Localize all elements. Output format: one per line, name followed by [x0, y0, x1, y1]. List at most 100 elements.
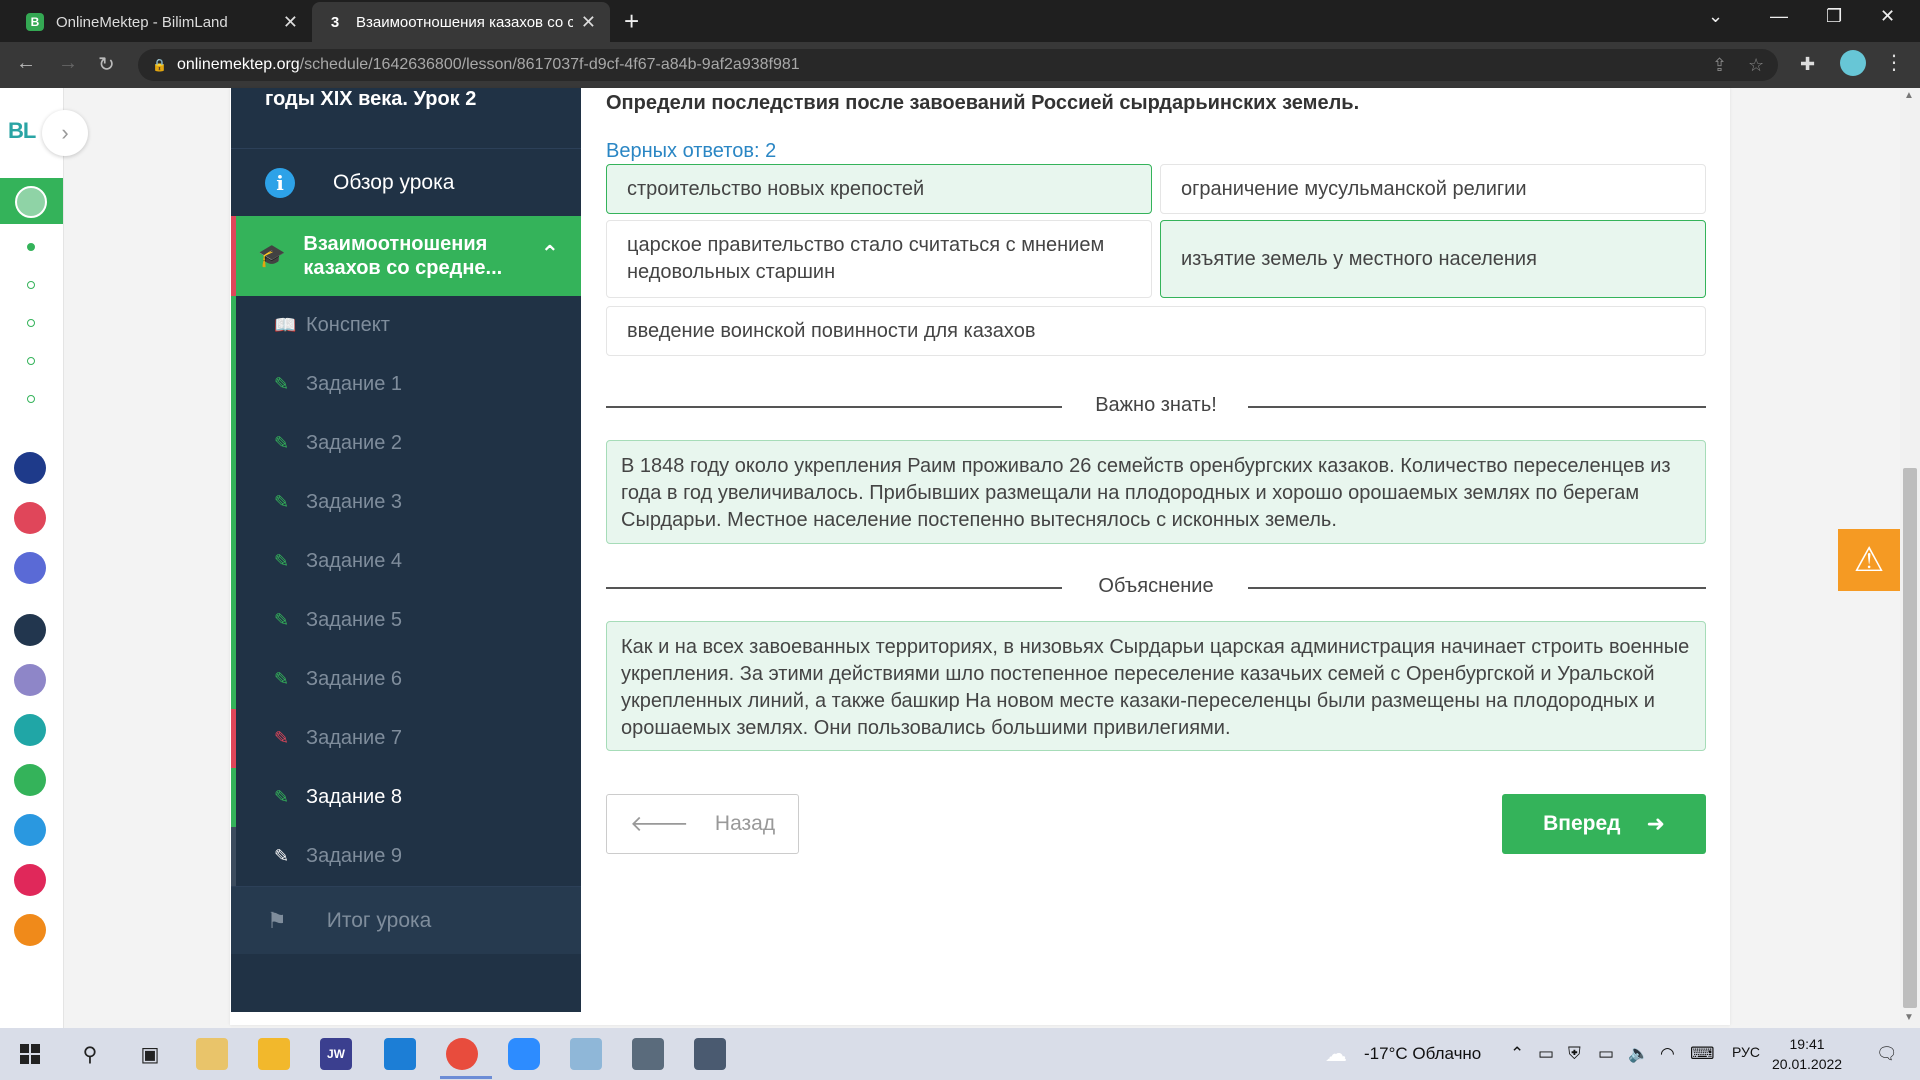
scroll-down-arrow-icon[interactable]: ▼ [1904, 1012, 1914, 1023]
notifications-icon[interactable]: 🗨 [1876, 1044, 1898, 1064]
forward-arrow-icon[interactable]: → [58, 52, 78, 75]
answer-option-1[interactable]: строительство новых крепостей [606, 164, 1152, 214]
browser-menu-icon[interactable]: ⋮ [1884, 50, 1904, 75]
explanation-text: Как и на всех завоеванных территориях, в… [621, 636, 1690, 739]
sidebar-item-task-3[interactable]: ✎ Задание 3 [231, 473, 581, 532]
bookmark-star-icon[interactable]: ☆ [1748, 55, 1764, 76]
book-app-icon[interactable] [14, 664, 46, 696]
sidebar-item-task-5[interactable]: ✎ Задание 5 [231, 591, 581, 650]
next-button[interactable]: Вперед ➜ [1502, 794, 1706, 854]
sidebar-item-konspekt[interactable]: 📖 Конспект [231, 296, 581, 355]
input-language[interactable]: РУС [1732, 1044, 1760, 1060]
bilim-shop-app-icon[interactable] [14, 502, 46, 534]
zoom-app-icon[interactable] [508, 1038, 540, 1070]
windows-start-icon[interactable] [14, 1038, 46, 1070]
nav-dot[interactable] [27, 319, 35, 327]
sidebar-item-task-8[interactable]: ✎ Задание 8 [231, 768, 581, 827]
file-explorer-icon[interactable] [258, 1038, 290, 1070]
itest-app-icon[interactable] [14, 814, 46, 846]
browser-tab-lesson[interactable]: 3 Взаимоотношения казахов со с ✕ [312, 2, 610, 42]
expand-sidebar-chevron-icon[interactable]: › [42, 110, 88, 156]
sidebar-item-task-4[interactable]: ✎ Задание 4 [231, 532, 581, 591]
address-bar[interactable]: 🔒 onlinemektep.org/schedule/1642636800/l… [138, 49, 1778, 81]
bilim-tutor-app-icon[interactable] [14, 452, 46, 484]
overview-label: Обзор урока [333, 170, 455, 194]
calendar-app-icon[interactable] [384, 1038, 416, 1070]
sidebar-item-overview[interactable]: i Обзор урока [231, 148, 581, 216]
chrome-icon[interactable] [446, 1038, 478, 1070]
sidebar-item-label: Задание 6 [306, 668, 403, 690]
clock-date: 20.01.2022 [1772, 1056, 1843, 1072]
scroll-up-arrow-icon[interactable]: ▲ [1904, 90, 1914, 101]
search-icon[interactable]: ⚲ [74, 1038, 106, 1070]
answer-text: царское правительство стало считаться с … [627, 234, 1105, 283]
summary-label: Итог урока [326, 908, 432, 932]
nav-dot-active[interactable] [27, 243, 35, 251]
nav-dot[interactable] [27, 281, 35, 289]
answer-option-4[interactable]: изъятие земель у местного населения [1160, 220, 1706, 298]
weather-text[interactable]: -17°C Облачно [1364, 1044, 1481, 1064]
keyboard-icon[interactable]: ⌨ [1690, 1044, 1715, 1064]
onlinemektep-app-icon [15, 186, 47, 218]
sidebar-item-label: Задание 7 [306, 727, 403, 749]
twig-app-icon[interactable] [14, 864, 46, 896]
bilimland-app-icon[interactable] [14, 764, 46, 796]
answer-text: ограничение мусульманской религии [1181, 177, 1527, 200]
lesson-sidebar: годы XIX века. Урок 2 i Обзор урока 🎓 Вз… [231, 88, 581, 1012]
nav-dot[interactable] [27, 357, 35, 365]
explanation-label: Объяснение [1098, 575, 1214, 597]
bilim-class-app-icon[interactable] [14, 714, 46, 746]
cloud-weather-icon[interactable]: ☁ [1320, 1038, 1352, 1070]
sidebar-item-summary[interactable]: ⚑ Итог урока [231, 886, 581, 954]
nav-dot[interactable] [27, 395, 35, 403]
sidebar-item-task-6[interactable]: ✎ Задание 6 [231, 650, 581, 709]
extensions-puzzle-icon[interactable]: ✚ [1800, 54, 1815, 75]
sidebar-item-task-2[interactable]: ✎ Задание 2 [231, 414, 581, 473]
sidebar-item-task-7[interactable]: ✎ Задание 7 [231, 709, 581, 768]
sidebar-item-label: Задание 2 [306, 432, 403, 454]
smart-nation-app-icon[interactable] [14, 614, 46, 646]
browser-tab-onlinemektep[interactable]: B OnlineMektep - BilimLand ✕ [12, 2, 312, 42]
report-warning-icon[interactable]: ⚠ [1838, 529, 1900, 591]
system-clock[interactable]: 19:41 20.01.2022 [1772, 1034, 1842, 1074]
calculator-app-icon[interactable] [694, 1038, 726, 1070]
answer-option-5[interactable]: введение воинской повинности для казахов [606, 306, 1706, 356]
onlinemektep-app-selected[interactable] [0, 178, 63, 224]
answer-option-3[interactable]: царское правительство стало считаться с … [606, 220, 1152, 298]
share-icon[interactable]: ⇪ [1712, 55, 1727, 76]
restore-icon[interactable]: ❐ [1826, 6, 1842, 27]
mektep-app-icon[interactable] [14, 914, 46, 946]
new-tab-icon[interactable]: + [624, 6, 639, 37]
paint-app-icon[interactable] [570, 1038, 602, 1070]
close-window-icon[interactable]: ✕ [1880, 6, 1895, 27]
battery-icon[interactable]: ▭ [1598, 1044, 1614, 1064]
chevron-up-icon[interactable]: ⌃ [541, 242, 559, 266]
close-tab-icon[interactable]: ✕ [581, 12, 596, 33]
scrollbar-thumb[interactable] [1903, 468, 1917, 1008]
close-tab-icon[interactable]: ✕ [283, 12, 298, 33]
sidebar-item-task-9[interactable]: ✎ Задание 9 [231, 827, 581, 886]
volume-muted-icon[interactable]: 🔈 [1628, 1044, 1649, 1064]
back-button[interactable]: 🡐 Назад [606, 794, 799, 854]
meet-now-icon[interactable]: ▭ [1538, 1044, 1554, 1064]
wifi-icon[interactable]: ◠ [1660, 1044, 1675, 1064]
arrow-right-icon: ➜ [1646, 811, 1665, 836]
edit-icon: ✎ [274, 610, 290, 630]
task-view-icon[interactable]: ▣ [134, 1038, 166, 1070]
answer-option-2[interactable]: ограничение мусульманской религии [1160, 164, 1706, 214]
sidebar-topic-active[interactable]: 🎓 Взаимоотношения казахов со средне... ⌃ [231, 216, 581, 296]
sidebar-item-label: Задание 4 [306, 550, 403, 572]
camera-app-icon[interactable] [632, 1038, 664, 1070]
sidebar-item-task-1[interactable]: ✎ Задание 1 [231, 355, 581, 414]
security-shield-icon[interactable]: ⛨ [1568, 1044, 1581, 1064]
notepad-app-icon[interactable] [196, 1038, 228, 1070]
back-arrow-icon[interactable]: ← [16, 52, 36, 75]
jw-app-icon[interactable]: JW [320, 1038, 352, 1070]
profile-avatar[interactable] [1840, 50, 1866, 76]
reload-icon[interactable]: ↻ [98, 52, 115, 77]
bilim-analytics-app-icon[interactable] [14, 552, 46, 584]
active-app-indicator [440, 1076, 492, 1079]
tray-chevron-up-icon[interactable]: ⌃ [1510, 1044, 1524, 1064]
minimize-icon[interactable]: — [1770, 6, 1788, 27]
tab-search-chevron-icon[interactable]: ⌄ [1708, 6, 1723, 27]
